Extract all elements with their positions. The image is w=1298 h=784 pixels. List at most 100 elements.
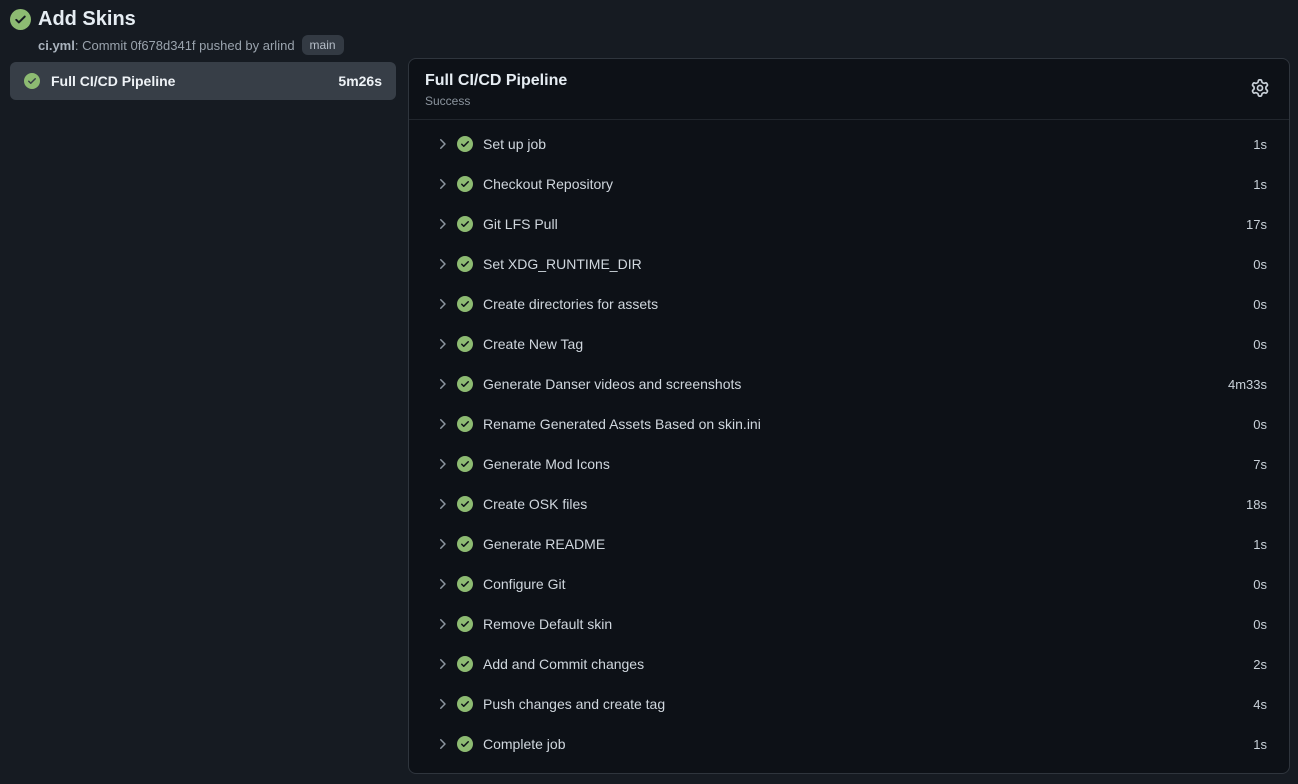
chevron-right-icon[interactable] [434, 376, 450, 392]
step-success-check-circle-icon [457, 576, 473, 592]
step-success-check-circle-icon [457, 256, 473, 272]
step-name: Checkout Repository [483, 176, 1246, 192]
step-success-check-circle-icon [457, 736, 473, 752]
workflow-file-name[interactable]: ci.yml [38, 38, 75, 53]
chevron-right-icon[interactable] [434, 496, 450, 512]
chevron-right-icon[interactable] [434, 176, 450, 192]
gear-icon [1251, 79, 1269, 97]
step-name: Create directories for assets [483, 296, 1246, 312]
step-duration: 4m33s [1228, 377, 1267, 392]
step-success-check-circle-icon [457, 376, 473, 392]
step-row[interactable]: Generate Danser videos and screenshots 4… [409, 364, 1289, 404]
step-name: Set XDG_RUNTIME_DIR [483, 256, 1246, 272]
chevron-right-icon[interactable] [434, 736, 450, 752]
job-duration: 5m26s [338, 73, 382, 89]
step-row[interactable]: Push changes and create tag 4s [409, 684, 1289, 724]
step-success-check-circle-icon [457, 416, 473, 432]
step-duration: 0s [1253, 257, 1267, 272]
job-log-panel: Full CI/CD Pipeline Success Set up job 1… [408, 58, 1290, 774]
chevron-right-icon[interactable] [434, 576, 450, 592]
step-success-check-circle-icon [457, 456, 473, 472]
step-row[interactable]: Generate Mod Icons 7s [409, 444, 1289, 484]
log-settings-button[interactable] [1251, 79, 1269, 97]
panel-header: Full CI/CD Pipeline Success [409, 59, 1289, 119]
sidebar-job-item[interactable]: Full CI/CD Pipeline 5m26s [10, 62, 396, 100]
chevron-right-icon[interactable] [434, 416, 450, 432]
step-duration: 1s [1253, 137, 1267, 152]
step-row[interactable]: Remove Default skin 0s [409, 604, 1289, 644]
chevron-right-icon[interactable] [434, 656, 450, 672]
step-duration: 1s [1253, 737, 1267, 752]
step-row[interactable]: Set XDG_RUNTIME_DIR 0s [409, 244, 1289, 284]
chevron-right-icon[interactable] [434, 336, 450, 352]
chevron-right-icon[interactable] [434, 456, 450, 472]
step-duration: 0s [1253, 297, 1267, 312]
step-name: Remove Default skin [483, 616, 1246, 632]
step-row[interactable]: Create directories for assets 0s [409, 284, 1289, 324]
step-success-check-circle-icon [457, 496, 473, 512]
step-success-check-circle-icon [457, 296, 473, 312]
step-name: Complete job [483, 736, 1246, 752]
commit-text: : Commit 0f678d341f pushed by arlind [75, 38, 295, 53]
chevron-right-icon[interactable] [434, 296, 450, 312]
step-duration: 0s [1253, 337, 1267, 352]
step-row[interactable]: Generate README 1s [409, 524, 1289, 564]
branch-badge[interactable]: main [302, 35, 344, 55]
step-duration: 1s [1253, 177, 1267, 192]
panel-header-text: Full CI/CD Pipeline Success [425, 72, 567, 108]
chevron-right-icon[interactable] [434, 256, 450, 272]
step-success-check-circle-icon [457, 536, 473, 552]
job-success-check-circle-icon [24, 73, 40, 89]
step-row[interactable]: Set up job 1s [409, 124, 1289, 164]
step-row[interactable]: Rename Generated Assets Based on skin.in… [409, 404, 1289, 444]
step-duration: 1s [1253, 537, 1267, 552]
chevron-right-icon[interactable] [434, 136, 450, 152]
step-name: Rename Generated Assets Based on skin.in… [483, 416, 1246, 432]
step-duration: 0s [1253, 417, 1267, 432]
step-row[interactable]: Create OSK files 18s [409, 484, 1289, 524]
step-duration: 0s [1253, 577, 1267, 592]
step-row[interactable]: Complete job 1s [409, 724, 1289, 764]
step-row[interactable]: Git LFS Pull 17s [409, 204, 1289, 244]
step-duration: 0s [1253, 617, 1267, 632]
panel-status-text: Success [425, 94, 567, 108]
step-success-check-circle-icon [457, 176, 473, 192]
step-success-check-circle-icon [457, 696, 473, 712]
step-name: Add and Commit changes [483, 656, 1246, 672]
run-subtitle: ci.yml: Commit 0f678d341f pushed by arli… [38, 35, 344, 55]
steps-list: Set up job 1s Checkout Repository 1s Git… [409, 120, 1289, 768]
run-header-text: Add Skins ci.yml: Commit 0f678d341f push… [38, 7, 344, 55]
step-name: Generate README [483, 536, 1246, 552]
step-duration: 2s [1253, 657, 1267, 672]
job-name: Full CI/CD Pipeline [51, 73, 327, 89]
step-name: Push changes and create tag [483, 696, 1246, 712]
run-success-check-circle-icon [10, 9, 31, 30]
commit-message: ci.yml: Commit 0f678d341f pushed by arli… [38, 38, 295, 53]
step-name: Generate Danser videos and screenshots [483, 376, 1221, 392]
chevron-right-icon[interactable] [434, 616, 450, 632]
step-name: Configure Git [483, 576, 1246, 592]
step-duration: 7s [1253, 457, 1267, 472]
step-success-check-circle-icon [457, 656, 473, 672]
chevron-right-icon[interactable] [434, 536, 450, 552]
step-success-check-circle-icon [457, 336, 473, 352]
step-row[interactable]: Checkout Repository 1s [409, 164, 1289, 204]
step-success-check-circle-icon [457, 216, 473, 232]
step-name: Git LFS Pull [483, 216, 1239, 232]
step-success-check-circle-icon [457, 616, 473, 632]
panel-title: Full CI/CD Pipeline [425, 72, 567, 90]
step-success-check-circle-icon [457, 136, 473, 152]
run-title: Add Skins [38, 7, 344, 31]
step-name: Set up job [483, 136, 1246, 152]
step-duration: 18s [1246, 497, 1267, 512]
step-row[interactable]: Create New Tag 0s [409, 324, 1289, 364]
step-duration: 4s [1253, 697, 1267, 712]
step-row[interactable]: Add and Commit changes 2s [409, 644, 1289, 684]
chevron-right-icon[interactable] [434, 696, 450, 712]
step-duration: 17s [1246, 217, 1267, 232]
step-row[interactable]: Configure Git 0s [409, 564, 1289, 604]
step-name: Generate Mod Icons [483, 456, 1246, 472]
chevron-right-icon[interactable] [434, 216, 450, 232]
run-header: Add Skins ci.yml: Commit 0f678d341f push… [10, 7, 344, 55]
step-name: Create New Tag [483, 336, 1246, 352]
